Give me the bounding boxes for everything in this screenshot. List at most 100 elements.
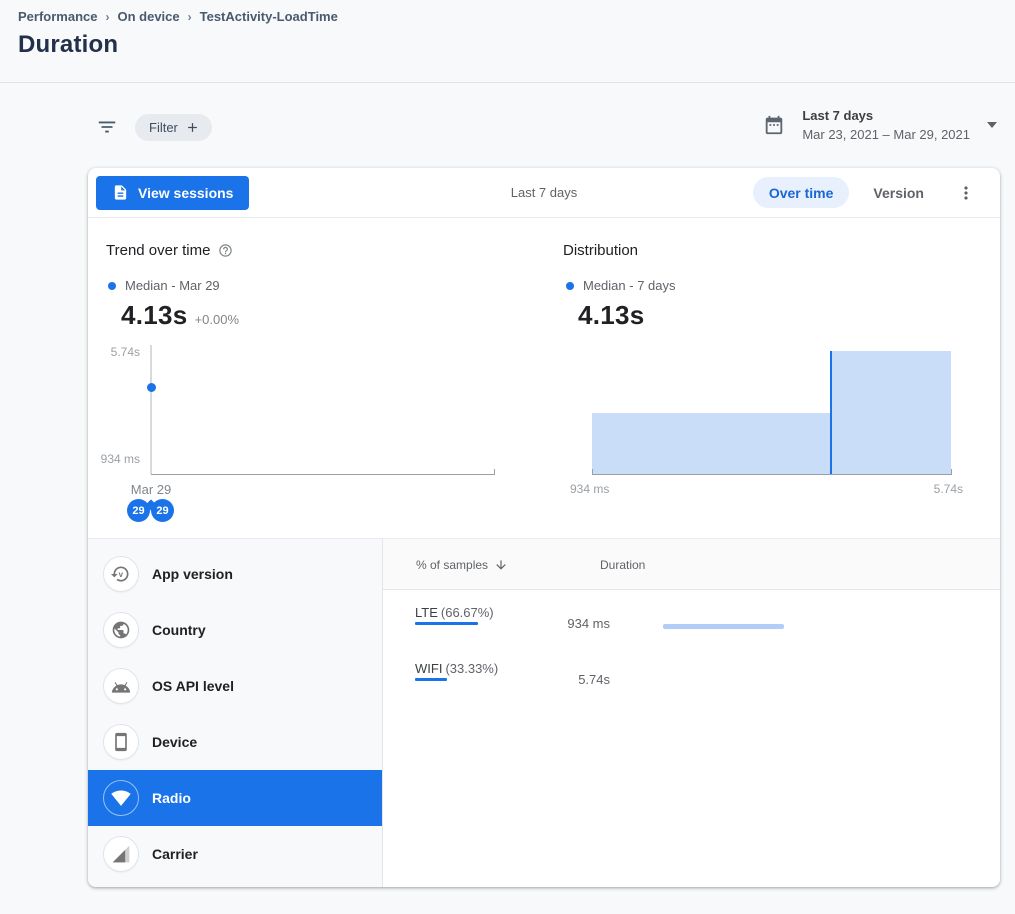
distribution-section-header: Distribution <box>563 242 638 259</box>
help-icon[interactable] <box>218 243 233 258</box>
duration-card: View sessions Last 7 days Over time Vers… <box>88 168 1000 887</box>
row-duration-value: 934 ms <box>503 616 610 631</box>
trend-legend-label: Median - Mar 29 <box>125 278 220 293</box>
sort-descending-icon <box>494 558 508 572</box>
trend-x-tick-label: Mar 29 <box>111 482 191 497</box>
histogram-x-min-label: 934 ms <box>570 482 609 496</box>
percent-bar <box>415 678 447 681</box>
page-header: Performance › On device › TestActivity-L… <box>0 0 1015 83</box>
dimension-sidebar: v App version Country OS API level <box>88 539 383 887</box>
row-link-lte[interactable]: LTE(66.67%) <box>415 605 494 620</box>
trend-delta: +0.00% <box>195 312 239 327</box>
view-sessions-label: View sessions <box>138 185 233 201</box>
sidebar-item-label: Country <box>152 622 206 638</box>
row-percent-label: (66.67%) <box>441 605 494 620</box>
sidebar-item-app-version[interactable]: v App version <box>88 546 382 602</box>
range-slider-handle-start[interactable]: 29 <box>127 499 150 522</box>
histogram-bar <box>592 413 831 475</box>
view-toggle-group: Over time Version <box>753 177 978 208</box>
globe-icon <box>103 612 139 648</box>
card-header: View sessions Last 7 days Over time Vers… <box>88 168 1000 218</box>
trend-x-axis <box>151 474 495 475</box>
trend-median-point <box>147 383 156 392</box>
histogram-plot <box>592 351 952 474</box>
histogram-tick-max <box>951 469 952 474</box>
table-row: LTE(66.67%) 934 ms <box>383 590 1000 646</box>
sidebar-item-label: Device <box>152 734 197 750</box>
column-header-percent-of-samples[interactable]: % of samples <box>416 558 508 572</box>
sidebar-item-label: Carrier <box>152 846 198 862</box>
sidebar-item-radio[interactable]: Radio <box>88 770 382 826</box>
sidebar-item-country[interactable]: Country <box>88 602 382 658</box>
sidebar-item-carrier[interactable]: Carrier <box>88 826 382 882</box>
date-range-dates: Mar 23, 2021 – Mar 29, 2021 <box>802 127 970 142</box>
range-slider-handle-end[interactable]: 29 <box>151 499 174 522</box>
cell-signal-icon <box>103 836 139 872</box>
trend-y-axis <box>150 345 152 474</box>
sidebar-item-os-api-level[interactable]: OS API level <box>88 658 382 714</box>
date-range-picker[interactable]: Last 7 days Mar 23, 2021 – Mar 29, 2021 <box>763 108 997 142</box>
trend-title: Trend over time <box>106 242 210 259</box>
smartphone-icon <box>103 724 139 760</box>
breakdown-table: % of samples Duration LTE(66.67%) 934 ms… <box>383 539 1000 887</box>
date-range-label: Last 7 days <box>802 108 970 123</box>
breadcrumb-current: TestActivity-LoadTime <box>200 9 338 24</box>
breadcrumb: Performance › On device › TestActivity-L… <box>18 9 997 24</box>
filter-list-icon[interactable] <box>96 116 118 138</box>
wifi-icon <box>103 780 139 816</box>
breadcrumb-separator: › <box>105 10 109 24</box>
row-link-wifi[interactable]: WIFI(33.33%) <box>415 661 498 676</box>
distribution-median-value: 4.13s <box>578 300 645 331</box>
table-row: WIFI(33.33%) 5.74s <box>383 646 1000 702</box>
dropdown-arrow-icon <box>987 122 997 128</box>
view-sessions-button[interactable]: View sessions <box>96 176 249 210</box>
breadcrumb-performance[interactable]: Performance <box>18 9 97 24</box>
breakdown-section: v App version Country OS API level <box>88 538 1000 887</box>
column-label: % of samples <box>416 558 488 572</box>
table-header: % of samples Duration <box>383 539 1000 590</box>
legend-dot-icon <box>566 282 574 290</box>
distribution-title: Distribution <box>563 242 638 259</box>
tab-over-time[interactable]: Over time <box>753 177 850 208</box>
trend-y-max-label: 5.74s <box>88 345 140 359</box>
histogram-bar <box>831 351 951 474</box>
row-name-label: WIFI <box>415 661 442 676</box>
app-version-history-icon: v <box>103 556 139 592</box>
sidebar-item-label: OS API level <box>152 678 234 694</box>
histogram-tick-min <box>592 469 593 474</box>
tab-version[interactable]: Version <box>857 177 940 208</box>
trend-legend: Median - Mar 29 <box>108 278 220 293</box>
trend-y-min-label: 934 ms <box>88 452 140 466</box>
distribution-legend-label: Median - 7 days <box>583 278 676 293</box>
legend-dot-icon <box>108 282 116 290</box>
sidebar-item-device[interactable]: Device <box>88 714 382 770</box>
histogram-x-axis <box>592 474 952 475</box>
trend-median-value: 4.13s <box>121 300 188 331</box>
breadcrumb-separator: › <box>188 10 192 24</box>
row-percent-label: (33.33%) <box>445 661 498 676</box>
charts-section: Trend over time Median - Mar 29 4.13s +0… <box>88 218 1000 538</box>
plus-icon <box>185 120 200 135</box>
duration-range-bar <box>663 624 784 629</box>
distribution-legend: Median - 7 days <box>566 278 676 293</box>
page-title: Duration <box>18 31 997 59</box>
sidebar-item-label: App version <box>152 566 233 582</box>
android-icon <box>103 668 139 704</box>
sidebar-item-label: Radio <box>152 790 191 806</box>
filter-chip[interactable]: Filter <box>135 114 212 141</box>
percent-bar <box>415 622 478 625</box>
row-duration-value: 5.74s <box>503 672 610 687</box>
trend-section-header: Trend over time <box>106 242 233 259</box>
histogram-x-max-label: 5.74s <box>883 482 963 496</box>
filter-chip-label: Filter <box>149 120 178 135</box>
more-options-icon[interactable] <box>954 181 978 205</box>
row-name-label: LTE <box>415 605 438 620</box>
svg-text:v: v <box>119 570 124 579</box>
calendar-icon <box>763 114 785 136</box>
trend-x-axis-tick <box>494 469 495 474</box>
trend-value: 4.13s +0.00% <box>121 300 239 331</box>
breadcrumb-on-device[interactable]: On device <box>117 9 179 24</box>
column-header-duration[interactable]: Duration <box>600 558 645 572</box>
period-label: Last 7 days <box>511 185 578 200</box>
distribution-value: 4.13s <box>578 300 645 331</box>
